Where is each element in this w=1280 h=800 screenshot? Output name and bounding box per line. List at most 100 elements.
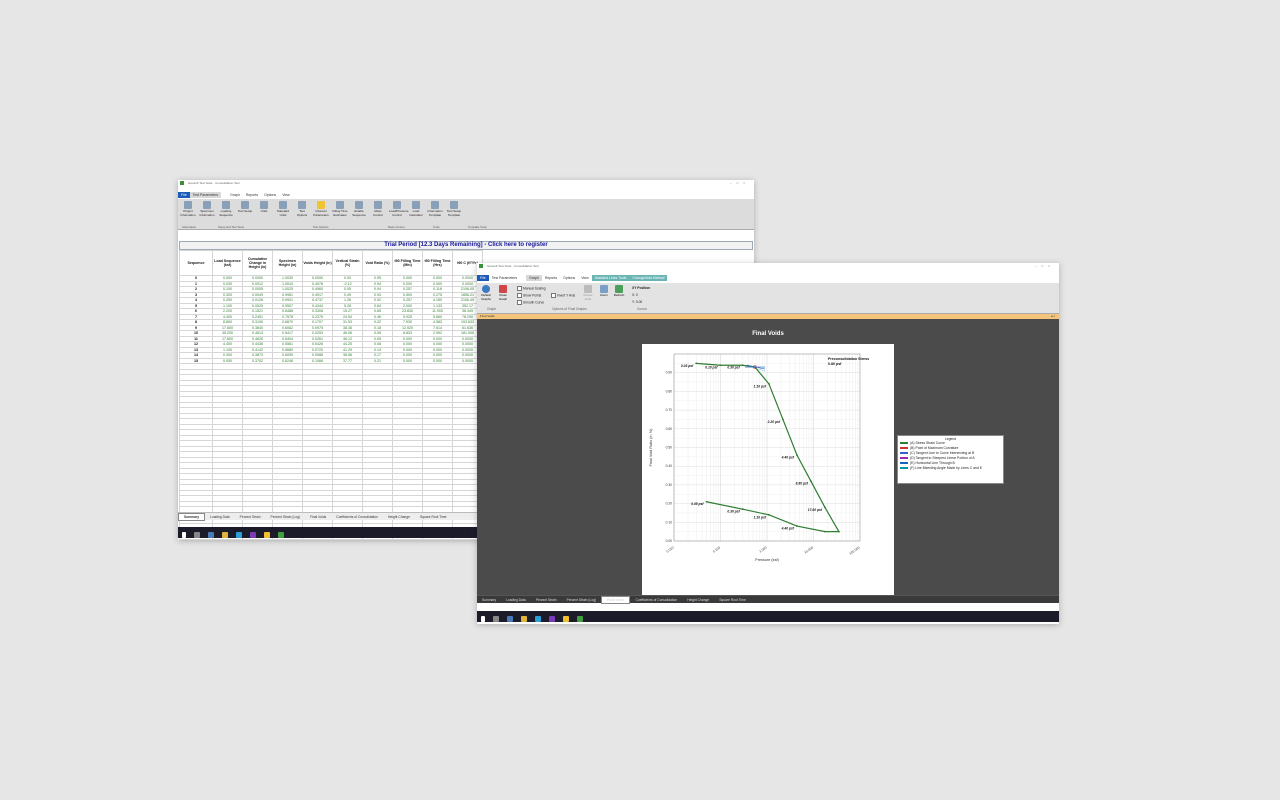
tab-file[interactable]: File xyxy=(477,275,489,281)
zoom-button[interactable]: Zoom xyxy=(597,285,611,298)
tab-reports[interactable]: Reports xyxy=(243,192,261,198)
trial-banner[interactable]: Trial Period [12.3 Days Remaining] - Cli… xyxy=(179,241,753,250)
table-cell[interactable] xyxy=(422,539,453,540)
information-template-button[interactable]: Information Template xyxy=(427,201,443,217)
tab-view[interactable]: View xyxy=(279,192,293,198)
data-point xyxy=(838,530,840,533)
sheet-tab-percent-strain-log[interactable]: Percent Strain (Log) xyxy=(266,514,306,520)
tab-assisted-lines-tools[interactable]: Assisted Lines Tools xyxy=(591,275,630,281)
y-tick-label: 0.10 xyxy=(666,520,673,524)
tab-options[interactable]: Options xyxy=(560,275,578,281)
load-pressure-control-button[interactable]: Load/Pressure Control xyxy=(389,201,409,217)
button-label: Filling Time Estimates xyxy=(332,209,348,217)
tab-test-parameters[interactable]: Test Parameters xyxy=(489,275,520,281)
button-label: Specimen Information xyxy=(199,209,215,217)
sheet-tab-final-voids[interactable]: Final Voids xyxy=(601,596,631,604)
invert-y-axis-checkbox[interactable]: Invert Y Axis xyxy=(551,293,575,298)
final-voids-chart[interactable]: 0.010 0.100 1.000 10.000 100.000 0.00 0.10 0.20… xyxy=(642,344,894,595)
enable-sequence-button[interactable]: Enable Sequence xyxy=(351,201,367,217)
mouse-grab-button[interactable]: Mouse Grab xyxy=(581,285,595,301)
point-label: 1.10 psf xyxy=(754,384,767,388)
data-point xyxy=(796,454,798,456)
table-cell[interactable] xyxy=(362,539,393,540)
table-cell[interactable] xyxy=(179,539,213,540)
tab-graph[interactable]: Graph xyxy=(227,192,243,198)
window-controls[interactable]: –□× xyxy=(730,181,750,185)
y-tick-label: 0.90 xyxy=(666,371,673,375)
tab-view[interactable]: View xyxy=(578,275,592,281)
sheet-tab-loading-data[interactable]: Loading Data xyxy=(501,597,531,603)
tab-change-add-method[interactable]: Change/Add Method xyxy=(629,275,668,281)
enable-sequence-icon xyxy=(355,201,363,209)
annotation-title: Preconsolidation Stress xyxy=(828,357,869,361)
column-header[interactable]: t50 Filling Time (Min) xyxy=(392,250,423,276)
column-header[interactable]: Voids Height (in) xyxy=(302,250,333,276)
point-label: 0.03 psf xyxy=(681,364,694,368)
smooth-curve-checkbox[interactable]: Smooth Curve xyxy=(517,300,544,305)
sheet-tab-summary[interactable]: Summary xyxy=(477,597,501,603)
point-label: 0.10 psf xyxy=(705,366,718,370)
specimen-info-icon xyxy=(203,201,211,209)
x-tick-label: 10.000 xyxy=(804,545,815,554)
column-header[interactable]: Cumulative Change in Height (in) xyxy=(242,250,273,276)
manual-scaling-checkbox[interactable]: Manual Scaling xyxy=(517,286,546,291)
load-calculator-button[interactable]: Load Calculator xyxy=(408,201,424,217)
table-cell[interactable] xyxy=(392,539,423,540)
loading-sequence-button[interactable]: Loading Sequence xyxy=(218,201,234,217)
sheet-tab-final-voids[interactable]: Final Voids xyxy=(305,514,331,520)
table-cell[interactable] xyxy=(302,539,333,540)
tab-test-parameters[interactable]: Test Parameters xyxy=(189,192,222,198)
units-button[interactable]: Units xyxy=(256,201,272,214)
column-header[interactable]: Load Sequence (ksf) xyxy=(212,250,243,276)
sheet-tab-coefficients-of-consolidation[interactable]: Coefficients of Consolidation xyxy=(331,514,383,520)
column-header[interactable]: Void Ratio (%) xyxy=(362,250,393,276)
x-tick-label: 1.000 xyxy=(759,545,768,553)
specimen-information-button[interactable]: Specimen Information xyxy=(199,201,215,217)
sheet-tab-percent-strain[interactable]: Percent Strain xyxy=(235,514,266,520)
sheet-tab-coefficients-of-consolidation[interactable]: Coefficients of Consolidation xyxy=(630,597,682,603)
column-header[interactable]: Specimen Height (in) xyxy=(272,250,303,276)
y-tick-label: 0.70 xyxy=(666,408,673,412)
test-setup-template-button[interactable]: Test Setup Template xyxy=(446,201,462,217)
window-controls[interactable]: –□× xyxy=(1035,264,1055,268)
point-label: 0.30 psf xyxy=(727,366,740,370)
sheet-tab-loading-data[interactable]: Loading Data xyxy=(205,514,235,520)
sheet-tab-square-root-time[interactable]: Square Root Time xyxy=(415,514,452,520)
table-cell[interactable] xyxy=(212,539,243,540)
column-header[interactable]: Vertical Strain (%) xyxy=(332,250,363,276)
sheet-tab-percent-strain[interactable]: Percent Strain xyxy=(531,597,562,603)
sheet-tab-height-change[interactable]: Height Change xyxy=(383,514,415,520)
show-points-checkbox[interactable]: Show Points xyxy=(517,293,541,298)
close-graph-button[interactable]: Close Graph xyxy=(496,285,510,301)
filling-time-estimates-button[interactable]: Filling Time Estimates xyxy=(332,201,348,217)
sheet-tabs: Summary Loading Data Percent Strain Percent… xyxy=(477,595,1059,604)
project-information-button[interactable]: Project Information xyxy=(180,201,196,217)
data-point xyxy=(719,364,722,367)
y-tick-label: 0.40 xyxy=(666,464,673,468)
standard-units-button[interactable]: Standard Units xyxy=(275,201,291,217)
tab-graph[interactable]: Graph xyxy=(526,275,542,281)
sheet-tab-height-change[interactable]: Height Change xyxy=(682,597,714,603)
mass-control-button[interactable]: Mass Control xyxy=(370,201,386,217)
table-cell[interactable] xyxy=(242,539,273,540)
sheet-tab-summary[interactable]: Summary xyxy=(178,513,206,521)
tab-file[interactable]: File xyxy=(178,192,190,198)
table-row[interactable] xyxy=(179,539,483,540)
channel-parameters-button[interactable]: Channel Parameters xyxy=(313,201,329,217)
graph-window: Geosoft Test Suite · Consolidation Test … xyxy=(477,263,1059,624)
button-label: Units xyxy=(260,209,268,213)
test-setup-button[interactable]: Test Setup xyxy=(237,201,253,214)
refresh-button[interactable]: Refresh xyxy=(612,285,626,298)
table-cell[interactable] xyxy=(272,539,303,540)
table-cell[interactable] xyxy=(332,539,363,540)
sheet-tab-percent-strain-log[interactable]: Percent Strain (Log) xyxy=(562,597,602,603)
column-header[interactable]: t50 Filling Time (Hrs) xyxy=(422,250,453,276)
test-options-button[interactable]: Test Options xyxy=(294,201,310,217)
column-header[interactable]: Sequence xyxy=(179,250,213,276)
tab-reports[interactable]: Reports xyxy=(542,275,560,281)
legend-label: (A) Stress Strain Curve xyxy=(910,441,945,445)
tab-options[interactable]: Options xyxy=(261,192,279,198)
default-graphs-button[interactable]: Default Graphs xyxy=(479,285,493,301)
sheet-tab-square-root-time[interactable]: Square Root Time xyxy=(714,597,751,603)
button-label: Project Information xyxy=(180,209,196,217)
